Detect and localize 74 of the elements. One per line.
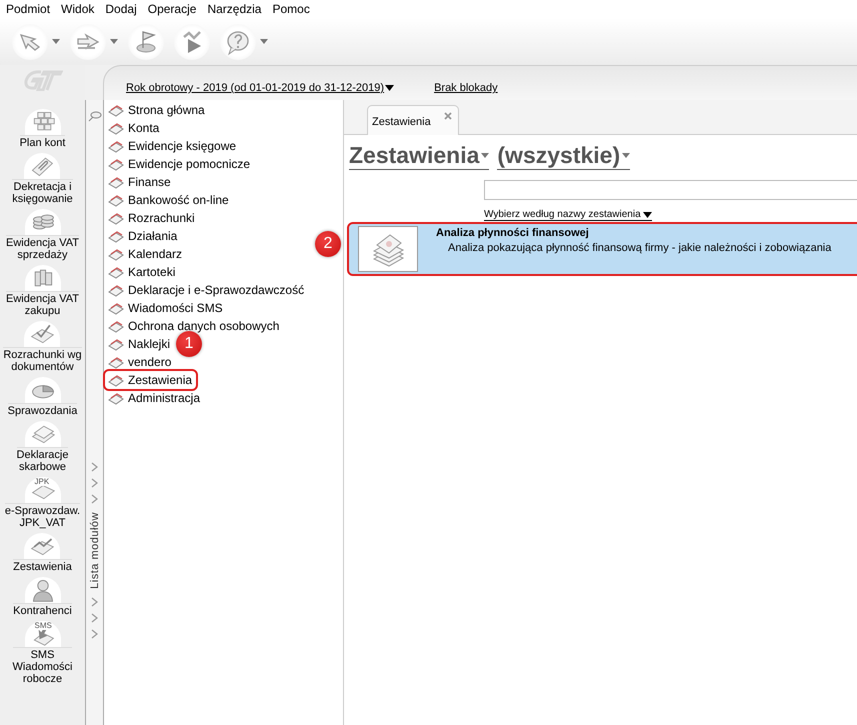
report-description: Analiza pokazująca płynność finansową firmy - jakie należności i zobowiązania [447, 241, 832, 254]
module-item[interactable]: Strona główna [105, 101, 209, 119]
menu-item[interactable]: Operacje [148, 2, 196, 16]
module-button-label[interactable]: Deklaracje skarbowe [16, 447, 68, 473]
stack-icon [108, 283, 124, 297]
module-button-label[interactable]: Zestawienia [13, 559, 72, 573]
module-item[interactable]: Administracja [105, 389, 204, 407]
module-item[interactable]: Konta [105, 119, 164, 137]
stack-icon [108, 193, 124, 207]
stack-icon [108, 229, 124, 243]
stack-icon [108, 373, 124, 387]
module-button-label[interactable]: Kontrahenci [13, 603, 72, 617]
module-button-label[interactable]: Ewidencja VAT zakupu [6, 291, 79, 317]
chevron-icon[interactable] [90, 628, 99, 639]
module-item[interactable]: Naklejki [105, 335, 174, 353]
close-icon[interactable] [444, 112, 452, 120]
fiscal-year-link[interactable]: Rok obrotowy - 2019 (od 01-01-2019 do 31-12-2019) [126, 82, 394, 94]
menu-item[interactable]: Widok [61, 2, 94, 16]
report-title: Analiza płynności finansowej [436, 227, 590, 239]
caret-icon[interactable] [52, 39, 60, 44]
caret-icon[interactable] [260, 39, 268, 44]
chevron-icon[interactable] [90, 596, 99, 607]
caret-icon [385, 85, 394, 91]
caret-icon[interactable] [110, 39, 118, 44]
menu-item[interactable]: Podmiot [6, 2, 50, 16]
sort-link[interactable]: Wybierz według nazwy zestawienia [484, 209, 652, 221]
caret-icon [622, 153, 630, 158]
module-item[interactable]: Bankowość on-line [105, 191, 233, 209]
stack-icon [108, 121, 124, 135]
stack-icon [108, 265, 124, 279]
module-item[interactable]: Zestawienia [105, 371, 196, 389]
stack-icon [108, 103, 124, 117]
badge-label: JPK [34, 477, 50, 486]
menu-item[interactable]: Dodaj [105, 2, 137, 16]
module-item[interactable]: Deklaracje i e-Sprawozdawczość [105, 281, 308, 299]
stack-icon [108, 175, 124, 189]
module-button-label[interactable]: SMS Wiadomości robocze [12, 647, 72, 685]
caret-icon [642, 212, 652, 218]
stack-icon [108, 337, 124, 351]
module-item[interactable]: Kartoteki [105, 263, 180, 281]
module-item[interactable]: Ewidencje księgowe [105, 137, 240, 155]
menu-item[interactable]: Narzędzia [207, 2, 262, 16]
stack-icon [108, 355, 124, 369]
module-button-label[interactable]: Dekretacja i księgowanie [12, 179, 73, 205]
panel-label: Lista modułów [88, 512, 100, 589]
filter-dropdown[interactable]: (wszystkie) [497, 142, 630, 170]
module-button-label[interactable]: Ewidencja VAT sprzedaży [6, 235, 79, 261]
caret-icon [481, 153, 490, 158]
stack-icon [108, 247, 124, 261]
stack-icon [108, 211, 124, 225]
module-item[interactable]: Rozrachunki [105, 209, 199, 227]
search-field[interactable] [484, 180, 857, 200]
badge-label: SMS [34, 621, 53, 630]
menu-item[interactable]: Pomoc [272, 2, 310, 16]
stack-icon [108, 319, 124, 333]
module-item[interactable]: vendero [105, 353, 176, 371]
module-button-label[interactable]: Rozrachunki wg dokumentów [3, 347, 82, 373]
module-button-label[interactable]: Sprawozdania [8, 403, 78, 417]
stack-icon [108, 139, 124, 153]
stack-icon [108, 391, 124, 405]
module-item[interactable]: Finanse [105, 173, 175, 191]
module-button-label[interactable]: Plan kont [20, 135, 66, 149]
lock-status-link[interactable]: Brak blokady [434, 82, 498, 94]
module-item[interactable]: Kalendarz [105, 245, 186, 263]
module-item[interactable]: Ewidencje pomocnicze [105, 155, 254, 173]
module-item[interactable]: Działania [105, 227, 182, 245]
step-marker: 1 [176, 331, 202, 357]
stack-icon [108, 157, 124, 171]
tab[interactable]: Zestawienia [367, 105, 459, 135]
chevron-icon[interactable] [90, 612, 99, 623]
stack-icon [108, 301, 124, 315]
filter-dropdown[interactable]: Zestawienia [349, 142, 490, 170]
module-button-label[interactable]: e-Sprawozdaw. JPK_VAT [4, 503, 80, 529]
module-item[interactable]: Wiadomości SMS [105, 299, 227, 317]
